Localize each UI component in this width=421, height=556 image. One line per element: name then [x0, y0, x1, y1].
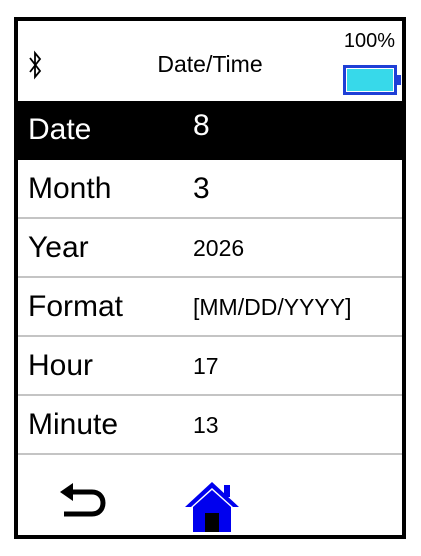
row-value: 3	[193, 171, 210, 205]
row-label: Year	[28, 230, 89, 264]
menu-row-year[interactable]: Year 2026	[18, 219, 402, 278]
menu-row-hour[interactable]: Hour 17	[18, 337, 402, 396]
status-bar: Date/Time 100%	[18, 21, 402, 101]
row-label: Date	[28, 112, 92, 146]
footer-nav	[18, 456, 402, 535]
back-arrow-icon[interactable]	[58, 482, 108, 522]
row-value: [MM/DD/YYYY]	[193, 293, 352, 320]
row-value: 2026	[193, 234, 245, 261]
home-icon[interactable]	[183, 480, 241, 533]
menu-row-format[interactable]: Format [MM/DD/YYYY]	[18, 278, 402, 337]
battery-icon	[343, 65, 401, 95]
row-value: 17	[193, 352, 219, 379]
menu-list: Date 8 Month 3 Year 2026 Format [MM/DD/Y…	[18, 101, 402, 455]
row-value: 13	[193, 411, 219, 438]
menu-row-month[interactable]: Month 3	[18, 160, 402, 219]
row-value: 8	[193, 109, 210, 143]
row-label: Hour	[28, 348, 94, 382]
row-label: Format	[28, 289, 124, 323]
menu-row-date[interactable]: Date 8	[18, 101, 402, 160]
row-label: Month	[28, 171, 112, 205]
menu-row-minute[interactable]: Minute 13	[18, 396, 402, 455]
device-screen: Date/Time 100% Date 8 Month 3 Year 2026 …	[14, 17, 406, 539]
row-label: Minute	[28, 407, 119, 441]
battery-percent: 100%	[343, 30, 395, 52]
